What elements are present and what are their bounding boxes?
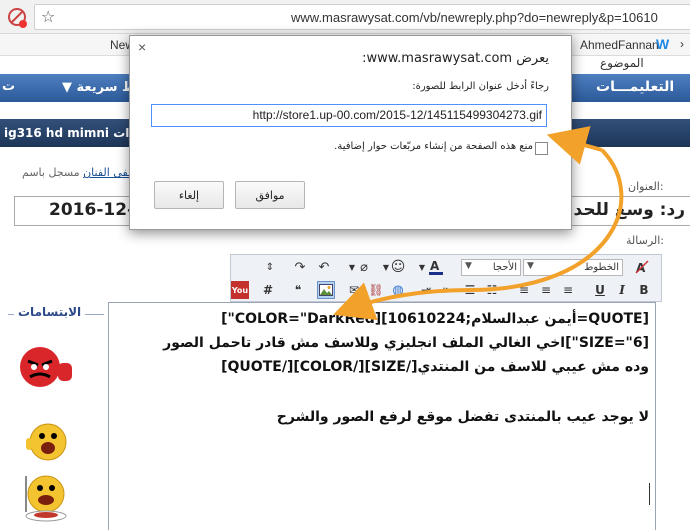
message-line-4: لا يوجد عيب بالمنتدى تفضل موقع لرفع الصو…	[276, 409, 649, 425]
unordered-list-icon[interactable]: ☰	[461, 281, 479, 299]
page-top-title: الموضوع	[600, 56, 644, 70]
message-line-2: [SIZE="6"]اخي الغالي الملف انجليزي وللاس…	[163, 335, 649, 351]
smilies-title: الابتسامات	[14, 305, 86, 319]
angry-smiley-icon[interactable]	[18, 345, 80, 389]
nav-instructions[interactable]: التعليمـــات	[596, 79, 674, 95]
bookmark-w-icon[interactable]: W	[656, 36, 669, 52]
font-select-label: الخطوط	[584, 262, 619, 273]
nav-left-fragment[interactable]: ت	[2, 79, 15, 94]
editor-toolbar: A ▼ الخطوط ▼ الأحجا A ▼ ☺ ▼ ⌀ ▼ ↶ ↷ ⇕ B …	[230, 254, 662, 302]
bookmark-user[interactable]: AhmedFannan	[580, 38, 659, 52]
bookmark-star-icon[interactable]: ☆	[41, 7, 55, 26]
prevent-dialogs-checkbox[interactable]	[535, 142, 548, 155]
smiley-dropdown-icon[interactable]: ▼	[377, 258, 395, 276]
scared-smiley-icon[interactable]	[24, 418, 72, 464]
bookmarks-more-icon[interactable]: ›	[680, 37, 684, 51]
email-icon[interactable]: ✉	[345, 281, 363, 299]
font-select-arrow-icon: ▼	[527, 261, 534, 271]
title-value-date: 2016-12-	[49, 200, 135, 220]
attach-dropdown-icon[interactable]: ▼	[343, 258, 361, 276]
dialog-close-icon[interactable]: ×	[138, 39, 146, 55]
italic-icon[interactable]: I	[613, 281, 631, 299]
outdent-icon[interactable]: ⇤	[439, 281, 457, 299]
resize-handle-icon[interactable]: ⇕	[261, 258, 279, 276]
undo-icon[interactable]: ↶	[315, 258, 333, 276]
message-label: الرسالة:	[626, 234, 665, 247]
message-line-3: وده مش عيبي للاسف من المنتدي[/SIZE][/COL…	[221, 359, 649, 375]
ordered-list-icon[interactable]: ☷	[483, 281, 501, 299]
text-cursor	[649, 483, 650, 505]
youtube-icon[interactable]: You	[231, 281, 249, 299]
prevent-dialogs-label: منع هذه الصفحة من إنشاء مربّعات حوار إضا…	[334, 141, 533, 152]
underline-icon[interactable]: U	[591, 281, 609, 299]
url-text: www.masrawysat.com/vb/newreply.php?do=ne…	[291, 10, 658, 25]
size-select-arrow-icon: ▼	[465, 261, 472, 271]
message-line-1: [QUOTE=أيمن عبدالسلام;10610224][COLOR="D…	[221, 311, 649, 327]
title-value-re: رد: وسع للحد	[573, 200, 685, 220]
title-label: العنوان:	[628, 180, 664, 193]
bold-icon[interactable]: B	[635, 281, 653, 299]
unlink-icon[interactable]: ⛓	[367, 281, 385, 299]
address-bar[interactable]: ☆ www.masrawysat.com/vb/newreply.php?do=…	[34, 4, 690, 30]
size-select-label: الأحجا	[492, 262, 517, 273]
remove-format-icon[interactable]: A	[633, 258, 651, 276]
font-select[interactable]: ▼ الخطوط	[523, 259, 623, 276]
size-select[interactable]: ▼ الأحجا	[461, 259, 521, 276]
dialog-prompt: رجاءً أدخل عنوان الرابط للصورة:	[412, 81, 549, 92]
image-url-dialog: × يعرض www.masrawysat.com: رجاءً أدخل عن…	[129, 35, 572, 230]
align-left-icon[interactable]: ≡	[559, 281, 577, 299]
hashtag-icon[interactable]: #	[259, 281, 277, 299]
image-url-input[interactable]: http://store1.up-00.com/2015-12/14511549…	[151, 104, 547, 127]
cancel-button[interactable]: إلغاء	[154, 181, 224, 209]
site-favicon-icon[interactable]	[6, 6, 28, 28]
align-right-icon[interactable]: ≡	[515, 281, 533, 299]
svg-text:A: A	[430, 259, 440, 273]
indent-icon[interactable]: ⇥	[417, 281, 435, 299]
message-textarea[interactable]: [QUOTE=أيمن عبدالسلام;10610224][COLOR="D…	[108, 302, 656, 530]
color-dropdown-icon[interactable]: ▼	[413, 258, 431, 276]
browser-toolbar: ☆ www.masrawysat.com/vb/newreply.php?do=…	[0, 0, 690, 34]
redo-icon[interactable]: ↷	[291, 258, 309, 276]
align-center-icon[interactable]: ≡	[537, 281, 555, 299]
dialog-heading: يعرض www.masrawysat.com:	[362, 51, 549, 66]
quote-icon[interactable]: ❝	[289, 281, 307, 299]
insert-image-icon[interactable]	[317, 281, 335, 299]
link-icon[interactable]: ◍	[389, 281, 407, 299]
hungry-smiley-icon[interactable]	[22, 472, 70, 522]
ok-button[interactable]: موافق	[235, 181, 305, 209]
